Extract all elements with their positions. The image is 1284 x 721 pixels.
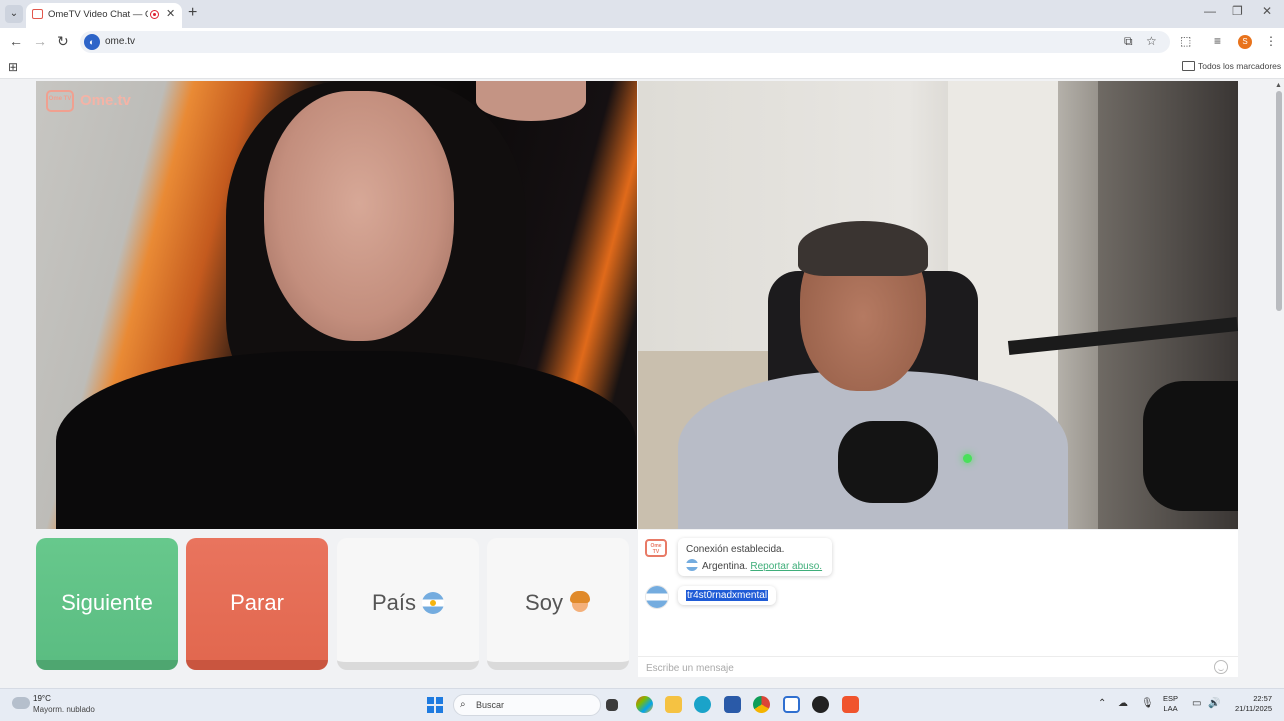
browser-toolbar: ← → ↻ ◐ ome.tv ⧉ ☆ ⬚ ≡ S ⋮: [0, 28, 1284, 56]
next-button[interactable]: Siguiente: [36, 538, 178, 670]
reload-icon[interactable]: ↻: [57, 33, 69, 50]
chat-panel: Ome TV Conexión establecida. Argentina. …: [638, 530, 1238, 677]
bookmark-star-icon[interactable]: ☆: [1146, 34, 1157, 48]
app-icon[interactable]: [783, 696, 800, 713]
display-tray-icon[interactable]: ▭: [1192, 698, 1201, 709]
logo-tv-icon: Ome TV: [46, 90, 74, 112]
taskbar-clock[interactable]: 22:57 21/11/2025: [1226, 694, 1272, 714]
page-scrollbar[interactable]: ▲: [1274, 79, 1284, 688]
browser-tab[interactable]: OmeTV Video Chat — Omegle ✕: [26, 3, 182, 28]
stranger-country: Argentina.: [702, 561, 748, 572]
report-abuse-link[interactable]: Reportar abuso.: [750, 561, 822, 572]
next-label: Siguiente: [61, 590, 153, 615]
country-button-content: País: [337, 590, 479, 616]
task-view-icon[interactable]: [606, 699, 618, 711]
chat-input-bar: [638, 656, 1238, 677]
all-bookmarks-link[interactable]: Todos los marcadores: [1198, 61, 1281, 71]
cast-icon[interactable]: ⧉: [1124, 34, 1133, 49]
argentina-flag-icon: [422, 592, 445, 614]
restore-icon[interactable]: ❐: [1232, 4, 1243, 18]
profile-avatar[interactable]: S: [1238, 35, 1252, 49]
user-message-text: tr4st0rnadxmental: [686, 590, 769, 601]
connection-status-text: Conexión establecida.: [686, 544, 785, 555]
browser-tab-bar: ⌄ OmeTV Video Chat — Omegle ✕ + — ❐ ✕: [0, 0, 1284, 28]
site-info-icon[interactable]: ◐: [84, 34, 100, 50]
video-hand: [476, 81, 586, 121]
scroll-thumb[interactable]: [1276, 91, 1282, 311]
country-line: Argentina. Reportar abuso.: [686, 559, 822, 572]
video-face: [264, 91, 454, 341]
edge-icon[interactable]: [694, 696, 711, 713]
user-message-bubble[interactable]: tr4st0rnadxmental: [678, 586, 777, 605]
lang-secondary: LAA: [1163, 704, 1178, 713]
ometv-favicon-icon: [32, 9, 43, 19]
gender-button-content: Soy: [487, 590, 629, 616]
cloud-tray-icon[interactable]: ☁: [1118, 698, 1128, 709]
boy-avatar-icon: [569, 591, 591, 615]
country-label: País: [371, 590, 417, 615]
minimize-icon[interactable]: —: [1204, 4, 1216, 18]
apps-grid-icon[interactable]: ⊞: [8, 60, 18, 74]
tab-title: OmeTV Video Chat — Omegle: [48, 9, 148, 20]
windows-taskbar: 19°C Mayorm. nublado ⌕ Buscar ⌃ ☁ 🎙 ESP …: [0, 688, 1284, 721]
bookmarks-bar: ⊞ Todos los marcadores: [0, 56, 1284, 79]
tab-close-button[interactable]: ✕: [166, 7, 175, 20]
ometv-bot-icon: Ome TV: [645, 539, 667, 557]
video-headphones: [1143, 381, 1238, 511]
url-text[interactable]: ome.tv: [105, 36, 135, 47]
menu-kebab-icon[interactable]: ⋮: [1265, 34, 1277, 48]
user-flag-icon: [646, 586, 668, 608]
microphone-tray-icon[interactable]: 🎙: [1141, 698, 1154, 709]
weather-cloud-icon[interactable]: [12, 697, 30, 709]
forward-icon[interactable]: →: [33, 33, 47, 49]
address-bar[interactable]: ◐ ome.tv: [80, 31, 1170, 53]
gender-filter-button[interactable]: Soy: [487, 538, 629, 670]
country-filter-button[interactable]: País: [337, 538, 479, 670]
obs-icon[interactable]: [812, 696, 829, 713]
taskbar-search[interactable]: ⌕ Buscar: [453, 694, 601, 716]
input-language[interactable]: ESP LAA: [1163, 694, 1178, 714]
video-mic-led: [963, 454, 972, 463]
tab-search-button[interactable]: ⌄: [5, 5, 23, 23]
bookmarks-folder-icon: [1182, 61, 1195, 71]
video-microphone: [838, 421, 938, 503]
weather-description[interactable]: Mayorm. nublado: [33, 705, 95, 714]
store-icon[interactable]: [724, 696, 741, 713]
message-input[interactable]: [644, 660, 1208, 676]
lang-primary: ESP: [1163, 694, 1179, 703]
new-tab-button[interactable]: +: [188, 4, 197, 22]
clock-date: 21/11/2025: [1235, 704, 1272, 713]
volume-icon[interactable]: 🔊: [1208, 698, 1220, 709]
search-icon: ⌕: [460, 699, 466, 710]
media-control-icon[interactable]: ≡: [1214, 34, 1221, 48]
extensions-icon[interactable]: ⬚: [1180, 34, 1191, 48]
system-message-bubble: Conexión establecida. Argentina. Reporta…: [678, 538, 832, 576]
tray-chevron-icon[interactable]: ⌃: [1098, 698, 1106, 709]
recording-icon: [150, 10, 159, 19]
stop-label: Parar: [230, 590, 284, 615]
weather-temperature[interactable]: 19°C: [33, 694, 51, 703]
clock-time: 22:57: [1253, 694, 1272, 703]
close-window-icon[interactable]: ✕: [1262, 4, 1272, 18]
taskbar-search-text: Buscar: [476, 700, 505, 710]
stop-button[interactable]: Parar: [186, 538, 328, 670]
scroll-up-icon[interactable]: ▲: [1275, 82, 1282, 89]
self-video: [638, 81, 1238, 529]
argentina-flag-icon: [686, 559, 698, 571]
brave-icon[interactable]: [842, 696, 859, 713]
ometv-page: Ome TV Ome.tv Siguiente Parar País Soy O…: [0, 79, 1284, 688]
gender-label: Soy: [525, 590, 563, 615]
logo-text: Ome.tv: [80, 92, 131, 109]
file-explorer-icon[interactable]: [665, 696, 682, 713]
back-icon[interactable]: ←: [9, 33, 23, 49]
video-hair-male: [798, 221, 928, 276]
emoji-icon[interactable]: [1214, 660, 1228, 674]
chrome-icon[interactable]: [753, 696, 770, 713]
stranger-video: Ome TV Ome.tv: [36, 81, 637, 529]
copilot-icon[interactable]: [636, 696, 653, 713]
windows-start-icon[interactable]: [427, 697, 443, 713]
video-body: [56, 351, 636, 529]
